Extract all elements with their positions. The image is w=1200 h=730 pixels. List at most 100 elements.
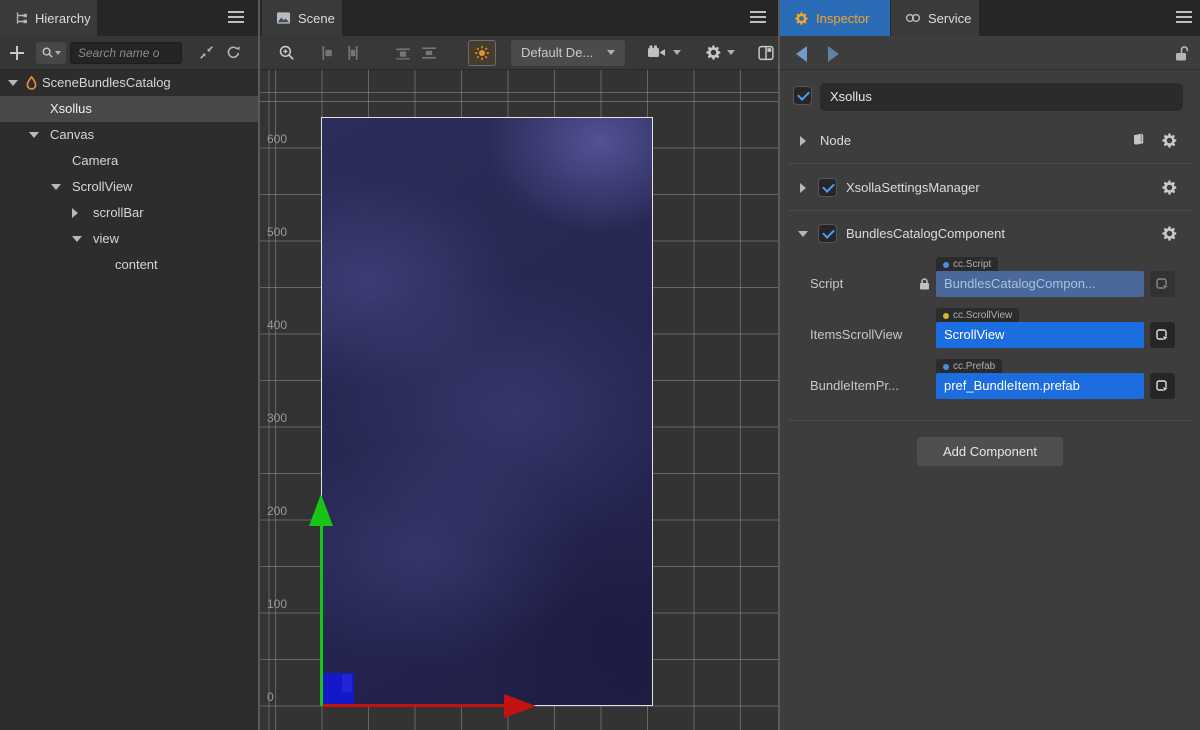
add-component-button[interactable]: Add Component <box>917 437 1063 466</box>
scene-tabbar: Scene <box>260 0 778 36</box>
design-canvas[interactable] <box>321 117 653 706</box>
scene-panel: Scene Default De... <box>260 0 778 730</box>
camera-caret-icon[interactable] <box>673 50 681 55</box>
ruler-label: 300 <box>267 411 307 425</box>
type-badge: cc.Script <box>936 257 998 272</box>
component-gear-icon[interactable] <box>1161 179 1178 196</box>
section-divider <box>788 210 1192 211</box>
lock-closed-icon <box>918 277 931 291</box>
tree-label: ScrollView <box>72 174 132 200</box>
lock-open-icon[interactable] <box>1174 45 1190 62</box>
asset-picker-icon[interactable] <box>1150 373 1175 399</box>
component-enabled-checkbox[interactable] <box>818 178 837 197</box>
cocos-creator-editor: Hierarchy SceneBund <box>0 0 1200 730</box>
zoom-icon[interactable] <box>278 44 296 62</box>
search-filter-button[interactable] <box>36 42 66 64</box>
refresh-icon[interactable] <box>225 44 242 61</box>
node-docs-book-icon[interactable] <box>1130 132 1147 147</box>
asset-picker-icon[interactable] <box>1150 322 1175 348</box>
tree-row-canvas[interactable]: Canvas <box>0 122 258 148</box>
layout-split-icon[interactable] <box>757 44 775 62</box>
scene-toolbar: Default De... <box>260 36 778 70</box>
component-gear-icon[interactable] <box>1161 225 1178 242</box>
hierarchy-toolbar <box>0 36 258 70</box>
create-node-button[interactable] <box>10 46 24 60</box>
collapse-arrow-icon[interactable] <box>800 136 806 146</box>
expand-arrow-icon[interactable] <box>798 231 808 237</box>
expand-arrow-icon[interactable] <box>72 236 88 242</box>
tab-inspector[interactable]: Inspector <box>780 0 890 36</box>
tree-row-view[interactable]: view <box>0 226 258 252</box>
node-name-field[interactable]: Xsollus <box>820 83 1183 111</box>
tab-service[interactable]: Service <box>891 0 979 36</box>
gizmo-toggle-button[interactable] <box>468 40 496 66</box>
scene-viewport[interactable]: 600 500 400 300 200 100 0 <box>260 70 778 730</box>
selected-node-gizmo[interactable] <box>323 673 354 705</box>
ruler-label: 400 <box>267 318 307 332</box>
section-divider <box>788 420 1192 421</box>
asset-picker-icon[interactable] <box>1150 271 1175 297</box>
scene-menu-icon[interactable] <box>750 11 766 13</box>
inspector-gear-icon <box>794 11 809 26</box>
expand-arrow-icon[interactable] <box>8 80 24 86</box>
tree-label: SceneBundlesCatalog <box>42 70 171 96</box>
node-section-header[interactable]: Node <box>780 126 1200 156</box>
tab-scene[interactable]: Scene <box>262 0 342 36</box>
tab-hierarchy-label: Hierarchy <box>35 11 91 26</box>
tab-hierarchy[interactable]: Hierarchy <box>0 0 97 36</box>
nav-back-icon[interactable] <box>796 46 807 62</box>
search-input[interactable] <box>70 42 182 64</box>
prefab-value-field[interactable]: pref_BundleItem.prefab <box>936 373 1144 399</box>
component-enabled-checkbox[interactable] <box>818 224 837 243</box>
hierarchy-tree-icon <box>14 11 28 25</box>
search-filter-caret-icon <box>55 51 61 55</box>
type-dot-icon <box>943 364 949 370</box>
x-axis-arrow-icon[interactable] <box>504 694 536 718</box>
panel-splitter[interactable] <box>778 0 780 730</box>
align-middle-v-icon[interactable] <box>420 44 438 62</box>
tree-row-camera[interactable]: Camera <box>0 148 258 174</box>
scene-image-icon <box>276 11 291 25</box>
design-resolution-value: Default De... <box>521 45 593 60</box>
scrollview-value-field[interactable]: ScrollView <box>936 322 1144 348</box>
tree-label: Xsollus <box>50 96 92 122</box>
tree-row-scrollview[interactable]: ScrollView <box>0 174 258 200</box>
nav-forward-icon[interactable] <box>828 46 839 62</box>
inspector-panel: Inspector Service Xsollus Node <box>780 0 1200 730</box>
align-center-h-icon[interactable] <box>344 44 362 62</box>
collapse-arrow-icon[interactable] <box>72 208 88 218</box>
tree-label: Camera <box>72 148 118 174</box>
hierarchy-tree: SceneBundlesCatalog Xsollus Canvas Camer… <box>0 70 258 278</box>
tab-service-label: Service <box>928 11 971 26</box>
settings-manager-header[interactable]: XsollaSettingsManager <box>780 173 1200 203</box>
hierarchy-tabbar: Hierarchy <box>0 0 258 36</box>
align-top-icon[interactable] <box>394 44 412 62</box>
collapse-all-icon[interactable] <box>198 44 215 61</box>
expand-arrow-icon[interactable] <box>29 132 45 138</box>
align-left-icon[interactable] <box>318 44 336 62</box>
hierarchy-menu-icon[interactable] <box>228 11 244 13</box>
panel-splitter[interactable] <box>258 0 260 730</box>
node-active-checkbox[interactable] <box>793 86 812 105</box>
section-divider <box>788 163 1192 164</box>
inspector-menu-icon[interactable] <box>1176 11 1192 13</box>
tree-row-content[interactable]: content <box>0 252 258 278</box>
design-resolution-dropdown[interactable]: Default De... <box>511 40 625 66</box>
y-axis-arrow-icon[interactable] <box>309 494 333 526</box>
tree-row-scene[interactable]: SceneBundlesCatalog <box>0 70 258 96</box>
tree-row-scrollbar[interactable]: scrollBar <box>0 200 258 226</box>
dropdown-caret-icon <box>607 50 615 55</box>
tree-row-xsollus[interactable]: Xsollus <box>0 96 258 122</box>
expand-arrow-icon[interactable] <box>51 184 67 190</box>
collapse-arrow-icon[interactable] <box>800 183 806 193</box>
inspector-tabbar: Inspector Service <box>780 0 1200 36</box>
bundles-catalog-header[interactable]: BundlesCatalogComponent <box>780 219 1200 249</box>
ruler-label: 200 <box>267 504 307 518</box>
prop-label-itemsscrollview: ItemsScrollView <box>810 322 902 348</box>
type-dot-icon <box>943 313 949 319</box>
x-axis-line <box>322 704 505 707</box>
node-gear-icon[interactable] <box>1161 132 1178 149</box>
scene-settings-gear-icon[interactable] <box>705 44 723 62</box>
settings-caret-icon[interactable] <box>727 50 735 55</box>
camera-icon[interactable] <box>647 44 669 62</box>
